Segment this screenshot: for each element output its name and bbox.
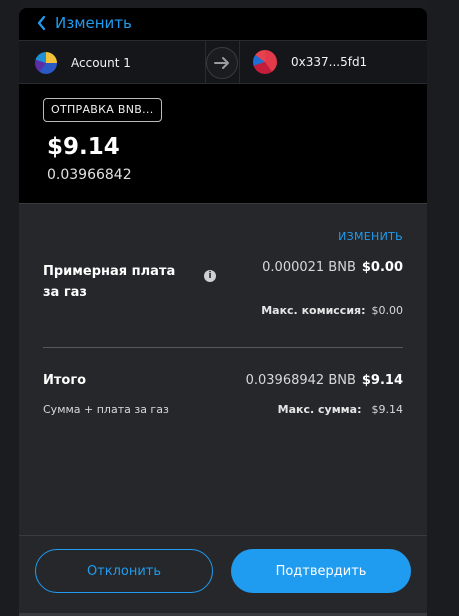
max-fee-value: $0.00 [371, 304, 404, 317]
gas-fee-fiat: $0.00 [361, 260, 403, 275]
max-amount-row: Макс. сумма: $9.14 [278, 403, 403, 416]
info-icon[interactable]: i [204, 270, 216, 282]
amount-native: 0.03966842 [47, 167, 132, 183]
gas-fee-native: 0.000021 BNB [262, 260, 356, 275]
total-label: Итого [43, 373, 87, 388]
max-fee-label: Макс. комиссия: [261, 304, 366, 317]
fee-details-section: ИЗМЕНИТЬ Примерная плата за газ i 0.0000… [19, 203, 427, 616]
total-subtitle: Сумма + плата за газ [43, 403, 169, 416]
total-native: 0.03968942 BNB [245, 373, 356, 388]
divider [239, 41, 240, 83]
arrow-right-icon [206, 47, 238, 79]
header: Изменить [19, 8, 427, 40]
window-margin-right [427, 0, 459, 616]
edit-back-button[interactable]: Изменить [36, 14, 132, 32]
action-footer: Отклонить Подтвердить [19, 535, 427, 616]
total-values: 0.03968942 BNB $9.14 [246, 373, 403, 388]
max-fee-row: Макс. комиссия: $0.00 [261, 304, 403, 317]
recipient-avatar-icon [253, 50, 277, 74]
sender-name: Account 1 [71, 56, 131, 70]
transaction-type-badge: ОТПРАВКА BNB... [43, 98, 162, 122]
gas-fee-label: Примерная плата за газ [43, 264, 176, 300]
account-avatar-icon [35, 52, 57, 74]
section-divider [43, 347, 403, 348]
recipient-account[interactable]: 0x337...5fd1 [253, 50, 367, 74]
amount-usd: $9.14 [47, 134, 120, 160]
max-amount-label: Макс. сумма: [277, 403, 362, 416]
total-fiat: $9.14 [361, 373, 403, 388]
recipient-address: 0x337...5fd1 [291, 55, 368, 69]
reject-button[interactable]: Отклонить [35, 549, 213, 593]
account-bar: Account 1 0x337...5fd1 [19, 40, 427, 84]
confirm-transaction-panel: Изменить Account 1 0x337...5fd1 ОТПРАВКА… [19, 8, 427, 616]
sender-account[interactable]: Account 1 [35, 52, 131, 74]
gas-fee-values: 0.000021 BNB $0.00 [262, 260, 403, 275]
edit-gas-link[interactable]: ИЗМЕНИТЬ [338, 230, 403, 243]
chevron-left-icon [37, 15, 46, 31]
window-margin-left [0, 0, 19, 616]
confirm-button[interactable]: Подтвердить [231, 549, 411, 593]
back-label: Изменить [55, 14, 132, 32]
max-amount-value: $9.14 [371, 403, 404, 416]
